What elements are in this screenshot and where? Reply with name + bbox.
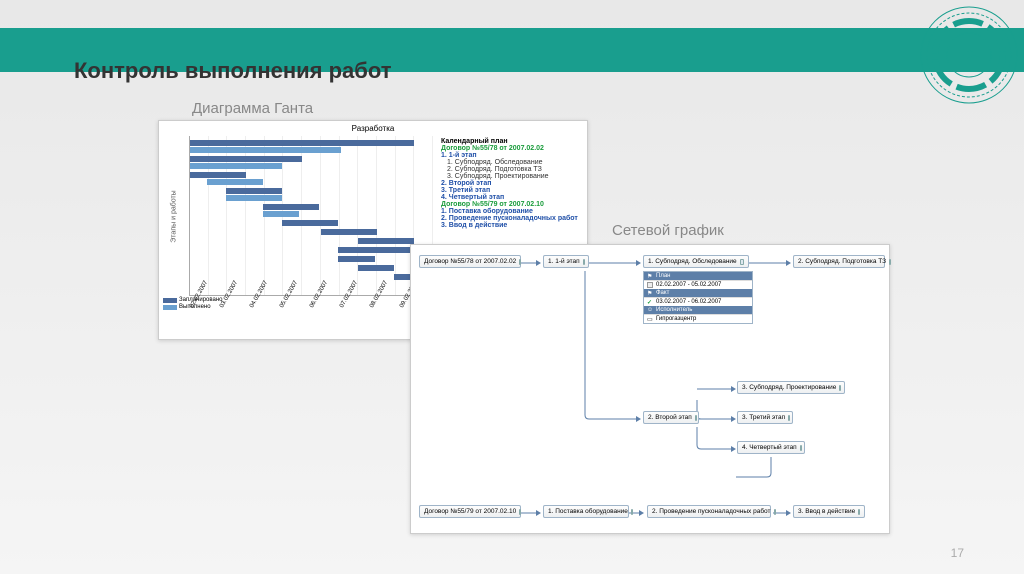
expand-icon[interactable] bbox=[839, 385, 841, 391]
popup-fact-header: ⚑Факт bbox=[644, 289, 752, 297]
gantt-xaxis: 02.02.200703.02.200704.02.2007 05.02.200… bbox=[189, 296, 433, 336]
node-stage4[interactable]: 4. Четвертый этап bbox=[737, 441, 805, 454]
check-icon: ✓ bbox=[647, 299, 653, 305]
popup-executor-header: ☺Исполнитель bbox=[644, 306, 752, 314]
page-number: 17 bbox=[951, 546, 964, 560]
expand-icon[interactable] bbox=[858, 509, 860, 515]
expand-icon[interactable] bbox=[740, 259, 744, 265]
expand-icon[interactable] bbox=[695, 415, 697, 421]
popup-fact-dates: ✓03.02.2007 - 06.02.2007 bbox=[644, 297, 752, 306]
node-design[interactable]: 3. Субподряд. Проектирование bbox=[737, 381, 845, 394]
popup-plan-dates: 02.02.2007 - 05.02.2007 bbox=[644, 280, 752, 289]
network-subtitle: Сетевой график bbox=[612, 222, 724, 239]
node-details-popup: ⚑План 02.02.2007 - 05.02.2007 ⚑Факт ✓03.… bbox=[643, 271, 753, 324]
node-stage3[interactable]: 3. Третий этап bbox=[737, 411, 793, 424]
flag-icon: ⚑ bbox=[647, 290, 653, 296]
node-commissioning[interactable]: 2. Проведение пусконаладочных работ bbox=[647, 505, 771, 518]
node-survey[interactable]: 1. Субподряд. Обследование bbox=[643, 255, 749, 268]
gantt-yaxis: Этапы и работы bbox=[159, 136, 189, 296]
node-tz[interactable]: 2. Субподряд. Подготовка ТЗ bbox=[793, 255, 885, 268]
expand-icon[interactable] bbox=[583, 259, 585, 265]
expand-icon[interactable] bbox=[788, 415, 790, 421]
doc-icon: ▭ bbox=[647, 316, 653, 322]
calendar-icon bbox=[647, 282, 653, 288]
node-stage1[interactable]: 1. 1-й этап bbox=[543, 255, 589, 268]
network-diagram-panel: Договор №55/78 от 2007.02.02 1. 1-й этап… bbox=[410, 244, 890, 534]
flag-icon: ⚑ bbox=[647, 273, 653, 279]
expand-icon[interactable] bbox=[631, 509, 633, 515]
gantt-chart-title: Разработка bbox=[159, 121, 587, 136]
node-stage2[interactable]: 2. Второй этап bbox=[643, 411, 699, 424]
logo-decoration bbox=[874, 0, 1024, 150]
expand-icon[interactable] bbox=[519, 259, 521, 265]
expand-icon[interactable] bbox=[800, 445, 802, 451]
popup-plan-header: ⚑План bbox=[644, 272, 752, 280]
page-title: Контроль выполнения работ bbox=[74, 58, 392, 84]
node-supply[interactable]: 1. Поставка оборудование bbox=[543, 505, 629, 518]
expand-icon[interactable] bbox=[774, 509, 776, 515]
person-icon: ☺ bbox=[647, 307, 653, 313]
node-contract1[interactable]: Договор №55/78 от 2007.02.02 bbox=[419, 255, 521, 268]
popup-executor-value: ▭Гипрогазцентр bbox=[644, 314, 752, 323]
node-contract2[interactable]: Договор №55/79 от 2007.02.10 bbox=[419, 505, 521, 518]
gantt-subtitle: Диаграмма Ганта bbox=[192, 100, 313, 117]
gantt-plot-area bbox=[189, 136, 433, 296]
node-launch[interactable]: 3. Ввод в действие bbox=[793, 505, 865, 518]
expand-icon[interactable] bbox=[519, 509, 521, 515]
expand-icon[interactable] bbox=[889, 259, 891, 265]
